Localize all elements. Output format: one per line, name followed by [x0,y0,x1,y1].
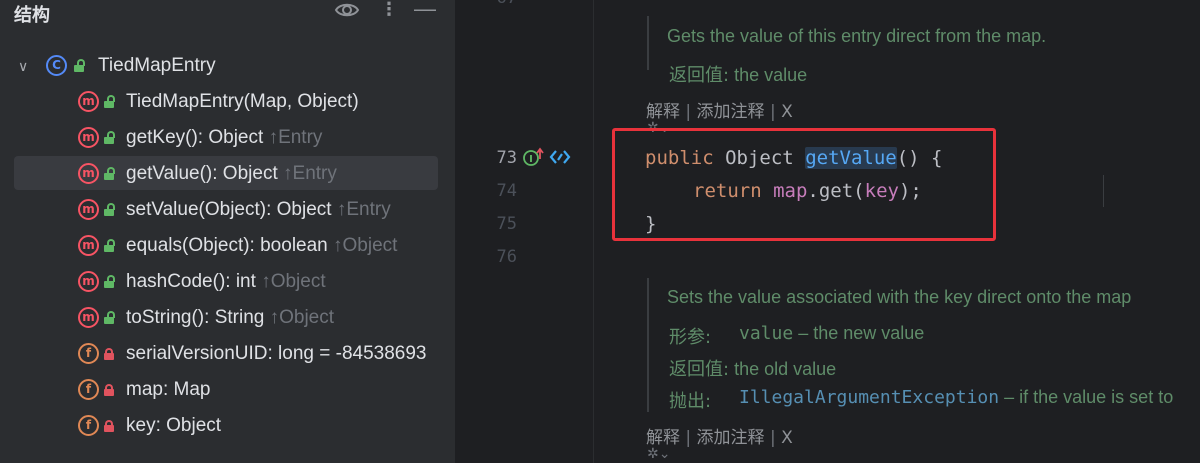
tree-member-row[interactable]: m TiedMapEntry(Map, Object) [0,84,455,120]
tree-member-row[interactable]: f map: Map [0,372,455,408]
member-name: map: Map [126,379,211,400]
public-lock-icon [104,275,115,288]
more-vertical-icon[interactable]: ⋮ [380,0,398,20]
tree-member-row[interactable]: m getKey(): Object ↑Entry [0,120,455,156]
eye-icon[interactable] [334,0,360,21]
panel-header: 结构 ⋮ — [0,0,455,26]
doc-throws-desc: – if the value is set to [1004,387,1174,407]
private-lock-icon [104,420,114,432]
doc-returns-label: 返回值: [669,65,730,86]
doc-summary: Gets the value of this entry direct from… [667,26,1047,46]
line-number: 67 [457,0,517,8]
inherited-from: ↑Object [261,271,326,292]
inherited-from: ↑Entry [268,127,323,148]
inherited-from: ↑Entry [283,163,337,184]
public-lock-icon [104,203,115,216]
member-name: getKey(): Object [126,127,264,148]
annotation-highlight-box [612,128,996,241]
tree-member-row[interactable]: m hashCode(): int ↑Object [0,264,455,300]
svg-text:I: I [529,154,533,165]
tree-member-row-selected[interactable]: m getValue(): Object ↑Entry [0,156,455,192]
inherited-from: ↑Object [333,235,398,256]
field-icon: f [78,379,99,400]
method-icon: m [78,163,99,184]
line-number: 73 [496,148,517,168]
chevron-down-icon[interactable]: ∨ [18,58,28,75]
member-name: hashCode(): int [126,271,256,292]
doc-comment-rendered [647,16,649,70]
tree-root-label: TiedMapEntry [98,55,216,76]
doc-throws-label: 抛出: [669,391,712,412]
tree-member-row[interactable]: f key: Object [0,408,455,444]
line-number: 74 [496,181,517,201]
class-icon: C [46,55,67,76]
method-icon: m [78,127,99,148]
indent-guide [1103,175,1104,207]
line-number: 75 [496,214,517,234]
doc-param-label: 形参: [669,327,712,348]
tree-member-row[interactable]: m toString(): String ↑Object [0,300,455,336]
method-icon: m [78,199,99,220]
member-name: getValue(): Object [126,163,278,184]
member-name: TiedMapEntry(Map, Object) [126,91,359,112]
public-lock-icon [104,167,115,180]
ai-assistant-icon[interactable]: ✲⌄ [647,445,670,462]
doc-summary: Sets the value associated with the key d… [667,287,1132,307]
close-doc-link[interactable]: X [781,102,793,122]
tree-member-row[interactable]: f serialVersionUID: long = -84538693 [0,336,455,372]
method-icon: m [78,91,99,112]
doc-returns-value: the old value [734,359,837,379]
method-icon: m [78,271,99,292]
line-number: 76 [496,247,517,267]
close-doc-link[interactable]: X [781,428,793,448]
structure-panel: 结构 ⋮ — ∨ C TiedMapEntry m TiedMapEntry(M… [0,0,456,463]
field-icon: f [78,415,99,436]
field-icon: f [78,343,99,364]
add-comment-link[interactable]: 添加注释 [697,102,765,122]
add-comment-link[interactable]: 添加注释 [697,428,765,448]
public-lock-icon [104,311,115,324]
method-icon: m [78,307,99,328]
tree-root-row[interactable]: ∨ C TiedMapEntry [0,48,455,84]
public-lock-icon [74,59,85,72]
method-icon: m [78,235,99,256]
member-name: serialVersionUID: long = -84538693 [126,343,427,364]
doc-comment-rendered [647,278,649,412]
inherited-from: ↑Object [269,307,335,328]
doc-param-desc: – the new value [798,323,925,343]
public-lock-icon [104,95,115,108]
doc-throws-name[interactable]: IllegalArgumentException [739,387,999,408]
code-vision-icon[interactable] [549,148,571,166]
doc-param-name: value [739,323,794,344]
member-name: equals(Object): boolean [126,235,328,256]
tree-member-row[interactable]: m equals(Object): boolean ↑Object [0,228,455,264]
private-lock-icon [104,348,114,360]
private-lock-icon [104,384,114,396]
member-name: toString(): String [126,307,265,328]
inherited-from: ↑Entry [336,199,391,220]
member-name: setValue(Object): Object [126,199,332,220]
panel-title: 结构 [14,5,50,26]
public-lock-icon [104,131,115,144]
gutter-separator [593,0,594,463]
implements-icon[interactable]: I [523,147,545,167]
public-lock-icon [104,239,115,252]
tree-member-row[interactable]: m setValue(Object): Object ↑Entry [0,192,455,228]
member-name: key: Object [126,415,222,436]
doc-returns-label: 返回值: [669,359,730,380]
minimize-icon[interactable]: — [414,0,436,22]
doc-returns-value: the value [734,65,808,85]
